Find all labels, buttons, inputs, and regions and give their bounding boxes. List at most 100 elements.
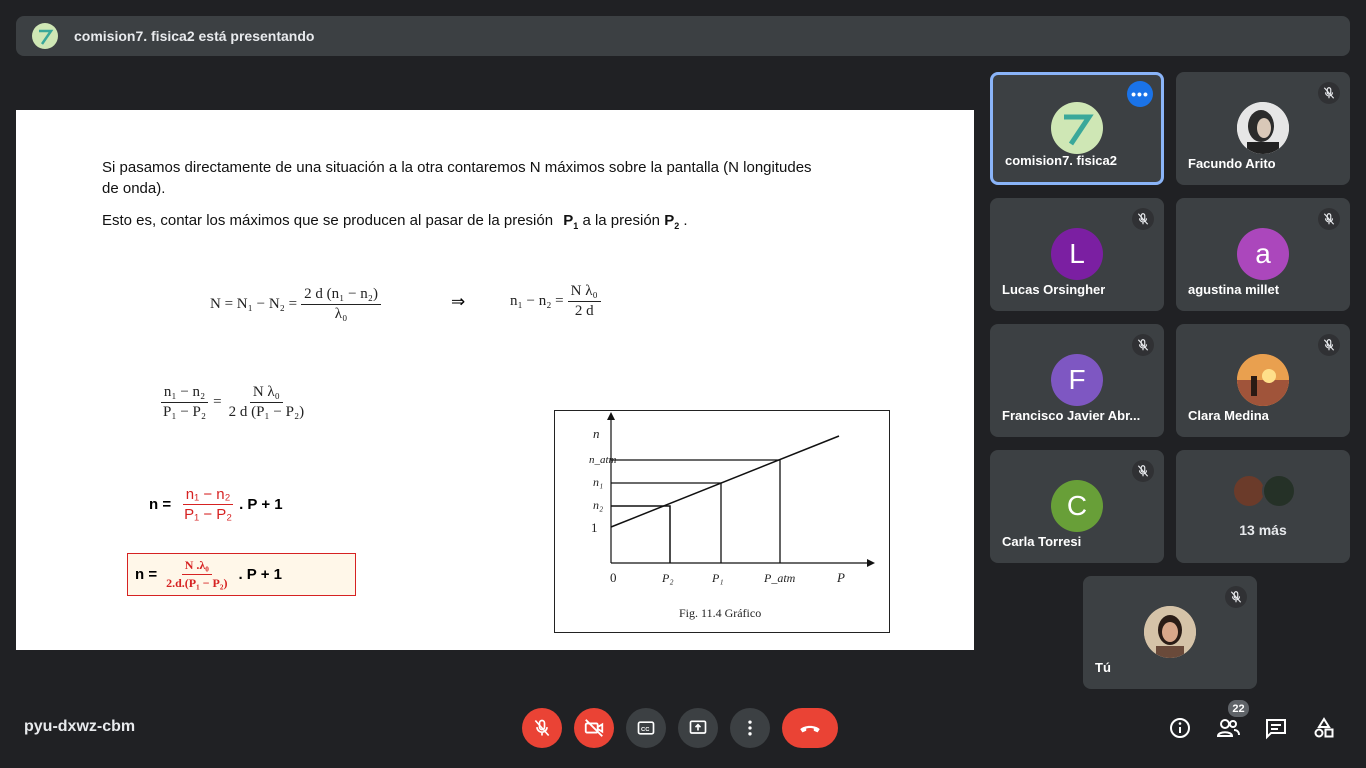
activities-button[interactable] xyxy=(1310,714,1338,742)
pressure-p2-sub: 2 xyxy=(674,221,680,231)
paragraph-2-text-a: Esto es, contar los máximos que se produ… xyxy=(102,212,554,229)
graph-y-label: n xyxy=(593,426,600,441)
captions-button[interactable]: CC xyxy=(626,708,666,748)
eq3-left-denominator: P₁ − P₂ xyxy=(163,404,207,420)
boxed-equation: n = N .λ₀ 2.d.(P₁ − P₂) . P + 1 xyxy=(127,553,356,596)
graph-tick-p1: P₁ xyxy=(711,571,724,585)
paragraph-2-text-b: a la presión xyxy=(582,212,661,229)
eq2-left: n₁ − n₂ = xyxy=(510,293,564,309)
shared-slide: Si pasamos directamente de una situación… xyxy=(16,110,974,650)
graph-tick-patm: P_atm xyxy=(763,571,796,585)
people-icon xyxy=(1216,719,1240,737)
mic-off-icon xyxy=(1225,586,1247,608)
mic-off-button[interactable] xyxy=(522,708,562,748)
eq4-denominator: P₁ − P₂ xyxy=(184,506,233,523)
eq2-denominator: 2 d xyxy=(574,303,594,319)
meeting-code: pyu-dxwz-cbm xyxy=(24,718,136,735)
camera-off-button[interactable] xyxy=(574,708,614,748)
eq1-left: N = N₁ − N₂ = xyxy=(210,296,298,312)
eq1-numerator: 2 d (n₁ − n₂) xyxy=(301,286,382,305)
avatar: F xyxy=(1051,354,1103,406)
mic-off-icon xyxy=(1318,82,1340,104)
participant-tile[interactable]: Facundo Arito xyxy=(1176,72,1350,185)
captions-icon: CC xyxy=(637,721,655,735)
graph-tick-n1: n₁ xyxy=(593,475,603,489)
eq4-numerator: n₁ − n₂ xyxy=(182,486,234,505)
more-options-button[interactable] xyxy=(730,708,770,748)
participant-name: Lucas Orsingher xyxy=(1002,282,1106,297)
mic-off-icon xyxy=(1318,334,1340,356)
participant-tile[interactable]: C Carla Torresi xyxy=(990,450,1164,563)
avatar: C xyxy=(1051,480,1103,532)
participant-tile[interactable]: L Lucas Orsingher xyxy=(990,198,1164,311)
participant-name: Facundo Arito xyxy=(1188,156,1276,171)
participant-name: Clara Medina xyxy=(1188,408,1269,423)
participant-tile[interactable]: Clara Medina xyxy=(1176,324,1350,437)
avatar-stack-2 xyxy=(1262,474,1296,508)
equation-4: n = n₁ − n₂ P₁ − P₂ . P + 1 xyxy=(149,486,283,523)
call-end-icon xyxy=(800,725,820,733)
leave-call-button[interactable] xyxy=(782,708,838,748)
participant-tile[interactable]: a agustina millet xyxy=(1176,198,1350,311)
slide-paragraph-1-cont: de onda). xyxy=(102,180,166,197)
graph-svg: n n_atm n₁ n₂ 1 0 P₂ P₁ P_atm P Fig. 11.… xyxy=(589,412,875,620)
participant-tile-presenter[interactable]: ••• comision7. fisica2 xyxy=(990,72,1164,185)
avatar xyxy=(1144,606,1196,658)
eq5-left: n = xyxy=(135,566,158,583)
graph-caption: Fig. 11.4 Gráfico xyxy=(679,606,761,620)
eq3-left-numerator: n₁ − n₂ xyxy=(160,384,209,403)
participant-name: Tú xyxy=(1095,660,1111,675)
meeting-info-button[interactable] xyxy=(1166,714,1194,742)
mic-off-icon xyxy=(1132,208,1154,230)
camera-off-icon xyxy=(584,719,604,737)
participant-name: comision7. fisica2 xyxy=(1005,153,1117,168)
eq3-equals: = xyxy=(213,394,222,410)
eq3-right-denominator: 2 d (P₁ − P₂) xyxy=(228,404,305,420)
more-options-icon[interactable]: ••• xyxy=(1127,81,1153,107)
eq1-denominator: λ₀ xyxy=(334,306,348,322)
eq5-right: . P + 1 xyxy=(238,566,282,583)
participant-tile[interactable]: F Francisco Javier Abr... xyxy=(990,324,1164,437)
eq2-numerator: N λ₀ xyxy=(567,283,601,302)
participant-name: Francisco Javier Abr... xyxy=(1002,408,1141,423)
graph-tick-natm: n_atm xyxy=(589,454,617,466)
mic-off-icon xyxy=(1132,334,1154,356)
mic-off-icon xyxy=(1318,208,1340,230)
eq5-numerator: N .λ₀ xyxy=(181,558,212,575)
slide-paragraph-1: Si pasamos directamente de una situación… xyxy=(102,159,812,176)
equation-3: n₁ − n₂ P₁ − P₂ = N λ₀ 2 d (P₁ − P₂) xyxy=(156,384,311,421)
presenting-text: comision7. fisica2 está presentando xyxy=(74,28,315,44)
equation-2: n₁ − n₂ = N λ₀ 2 d xyxy=(510,283,605,320)
pressure-p1-sub: 1 xyxy=(573,221,579,231)
mic-off-icon xyxy=(534,719,550,737)
self-tile[interactable]: Tú xyxy=(1083,576,1257,689)
participant-name: Carla Torresi xyxy=(1002,534,1082,549)
avatar: L xyxy=(1051,228,1103,280)
presenter-avatar xyxy=(32,23,58,49)
people-button[interactable] xyxy=(1214,714,1242,742)
avatar xyxy=(1051,102,1103,154)
more-participants-label: 13 más xyxy=(1239,522,1287,538)
eq3-right-numerator: N λ₀ xyxy=(249,384,283,403)
chat-icon xyxy=(1266,719,1286,740)
chat-button[interactable] xyxy=(1262,714,1290,742)
paragraph-2-end: . xyxy=(683,212,688,229)
info-icon xyxy=(1170,718,1190,738)
graph-tick-p: P xyxy=(836,570,845,585)
avatar xyxy=(1237,102,1289,154)
graph-tick-p2: P₂ xyxy=(661,571,674,585)
present-screen-icon xyxy=(689,720,707,734)
eq5-denominator: 2.d.(P₁ − P₂) xyxy=(166,576,228,590)
avatar xyxy=(1237,354,1289,406)
present-button[interactable] xyxy=(678,708,718,748)
participants-count-badge: 22 xyxy=(1228,700,1249,717)
svg-text:CC: CC xyxy=(641,727,650,733)
pressure-p2: P xyxy=(664,212,675,229)
slide-paragraph-2: Esto es, contar los máximos que se produ… xyxy=(102,210,688,237)
activities-icon xyxy=(1314,717,1334,738)
more-participants-tile[interactable]: 13 más xyxy=(1176,450,1350,563)
equation-1: N = N₁ − N₂ = 2 d (n₁ − n₂) λ₀ xyxy=(210,286,385,323)
more-vert-icon xyxy=(748,720,752,736)
graph-tick-1: 1 xyxy=(591,520,598,535)
eq4-left: n = xyxy=(149,496,172,513)
